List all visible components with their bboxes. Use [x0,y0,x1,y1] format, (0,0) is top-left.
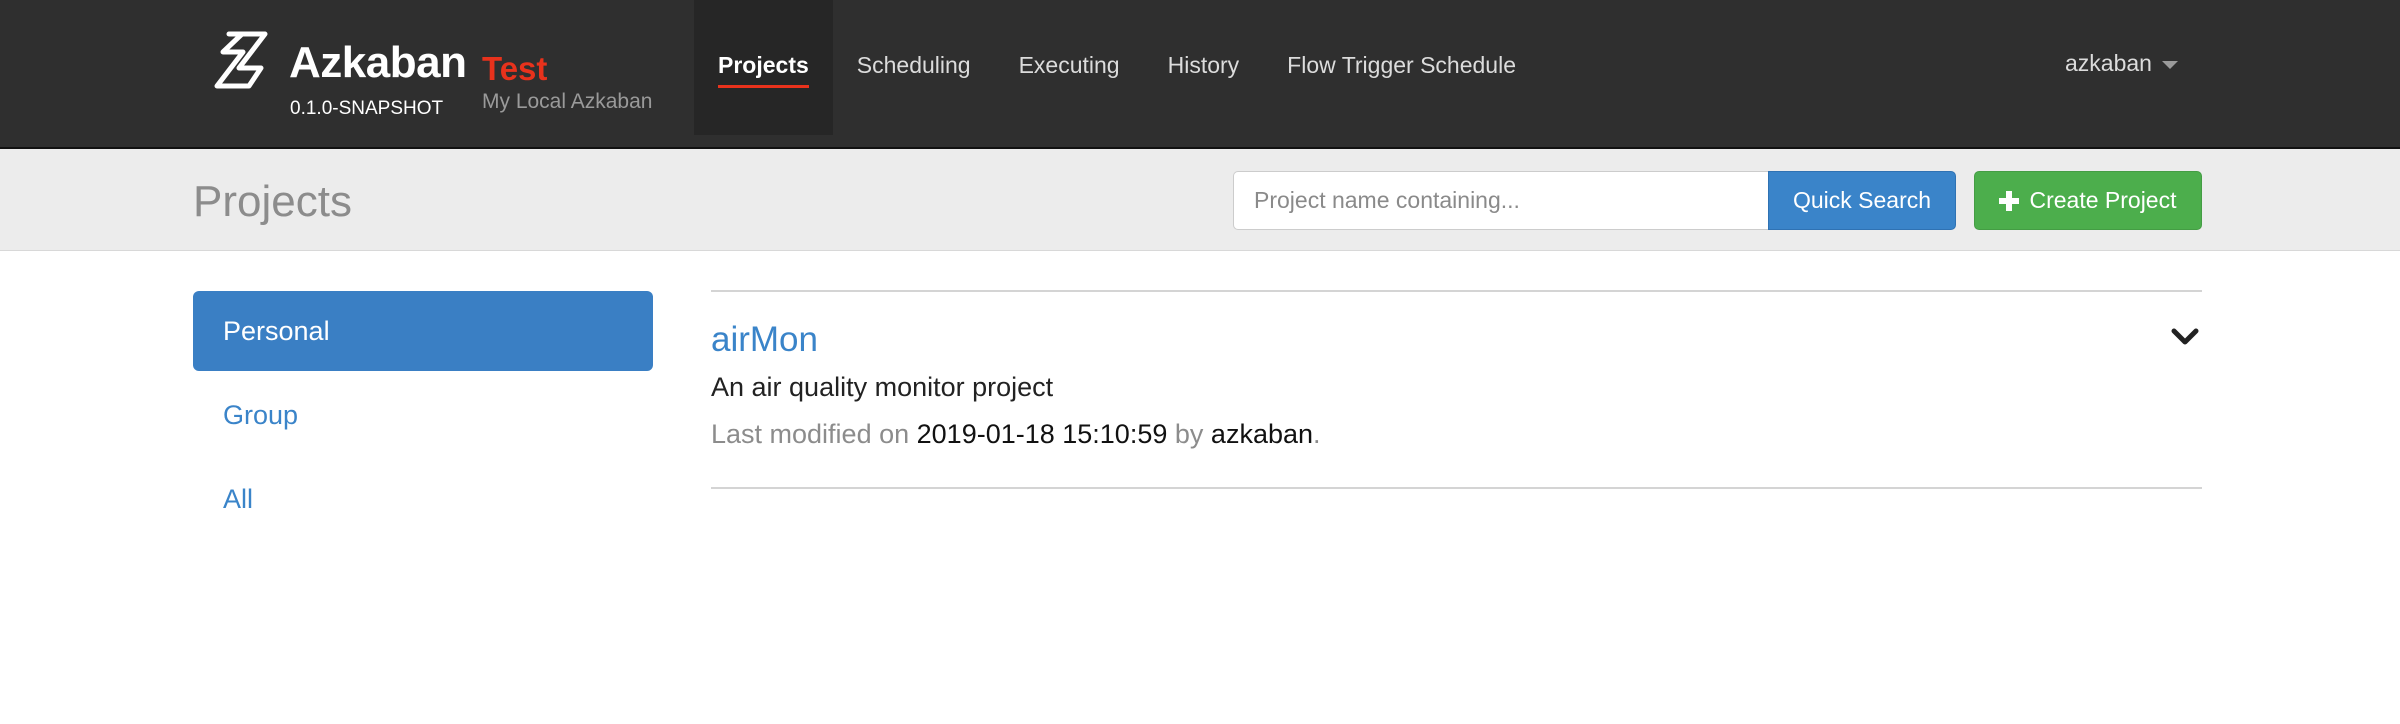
page-title: Projects [193,177,352,226]
azkaban-logo [214,31,268,89]
list-item: airMon An air quality monitor project La… [711,292,2202,489]
create-project-label: Create Project [2029,187,2177,213]
nav-history[interactable]: History [1144,0,1264,135]
modified-prefix: Last modified on [711,419,910,449]
sidebar-item-label: Group [223,400,299,430]
sidebar-item-label: Personal [223,316,330,346]
brand-version: 0.1.0-SNAPSHOT [290,98,444,119]
project-description: An air quality monitor project [711,372,1054,402]
plus-icon [1999,190,2020,211]
user-name: azkaban [2065,50,2152,76]
project-name-link[interactable]: airMon [711,320,818,360]
create-project-button[interactable]: Create Project [1974,171,2202,230]
nav-scheduling-label: Scheduling [856,52,971,78]
page-header: Projects Quick Search Create Project [0,149,2400,251]
nav-projects-label: Projects [718,52,809,88]
user-menu[interactable]: azkaban [2065,50,2178,77]
project-modified-info: Last modified on 2019-01-18 15:10:59 by … [711,419,1321,450]
nav-executing-label: Executing [1018,52,1120,78]
modified-by-user: azkaban [1210,419,1314,449]
sidebar-item-all[interactable]: All [193,459,653,539]
brand-description: My Local Azkaban [482,90,653,113]
chevron-down-icon[interactable] [2170,322,2200,352]
sidebar-item-personal[interactable]: Personal [193,291,653,371]
main-nav: Projects Scheduling Executing History Fl… [694,0,1540,135]
sidebar-item-label: All [223,484,254,514]
modified-by-label: by [1174,419,1204,449]
sidebar-item-group[interactable]: Group [193,375,653,455]
brand-environment: Test [482,50,548,87]
nav-flow-trigger-schedule-label: Flow Trigger Schedule [1287,52,1516,78]
nav-scheduling[interactable]: Scheduling [833,0,995,135]
brand-name: Azkaban [289,38,467,87]
nav-flow-trigger-schedule[interactable]: Flow Trigger Schedule [1263,0,1540,135]
top-navbar: Azkaban Test 0.1.0-SNAPSHOT My Local Azk… [0,0,2400,149]
project-list: airMon An air quality monitor project La… [711,290,2202,489]
nav-projects[interactable]: Projects [694,0,833,135]
project-filter-sidebar: Personal Group All [193,291,653,543]
quick-search-button[interactable]: Quick Search [1768,171,1956,230]
quick-search-label: Quick Search [1792,187,1932,213]
modified-suffix: . [1313,419,1321,449]
caret-down-icon [2161,60,2178,69]
nav-executing[interactable]: Executing [995,0,1144,135]
nav-history-label: History [1167,52,1240,78]
project-search-input[interactable] [1233,171,1770,230]
modified-date: 2019-01-18 15:10:59 [916,419,1168,449]
